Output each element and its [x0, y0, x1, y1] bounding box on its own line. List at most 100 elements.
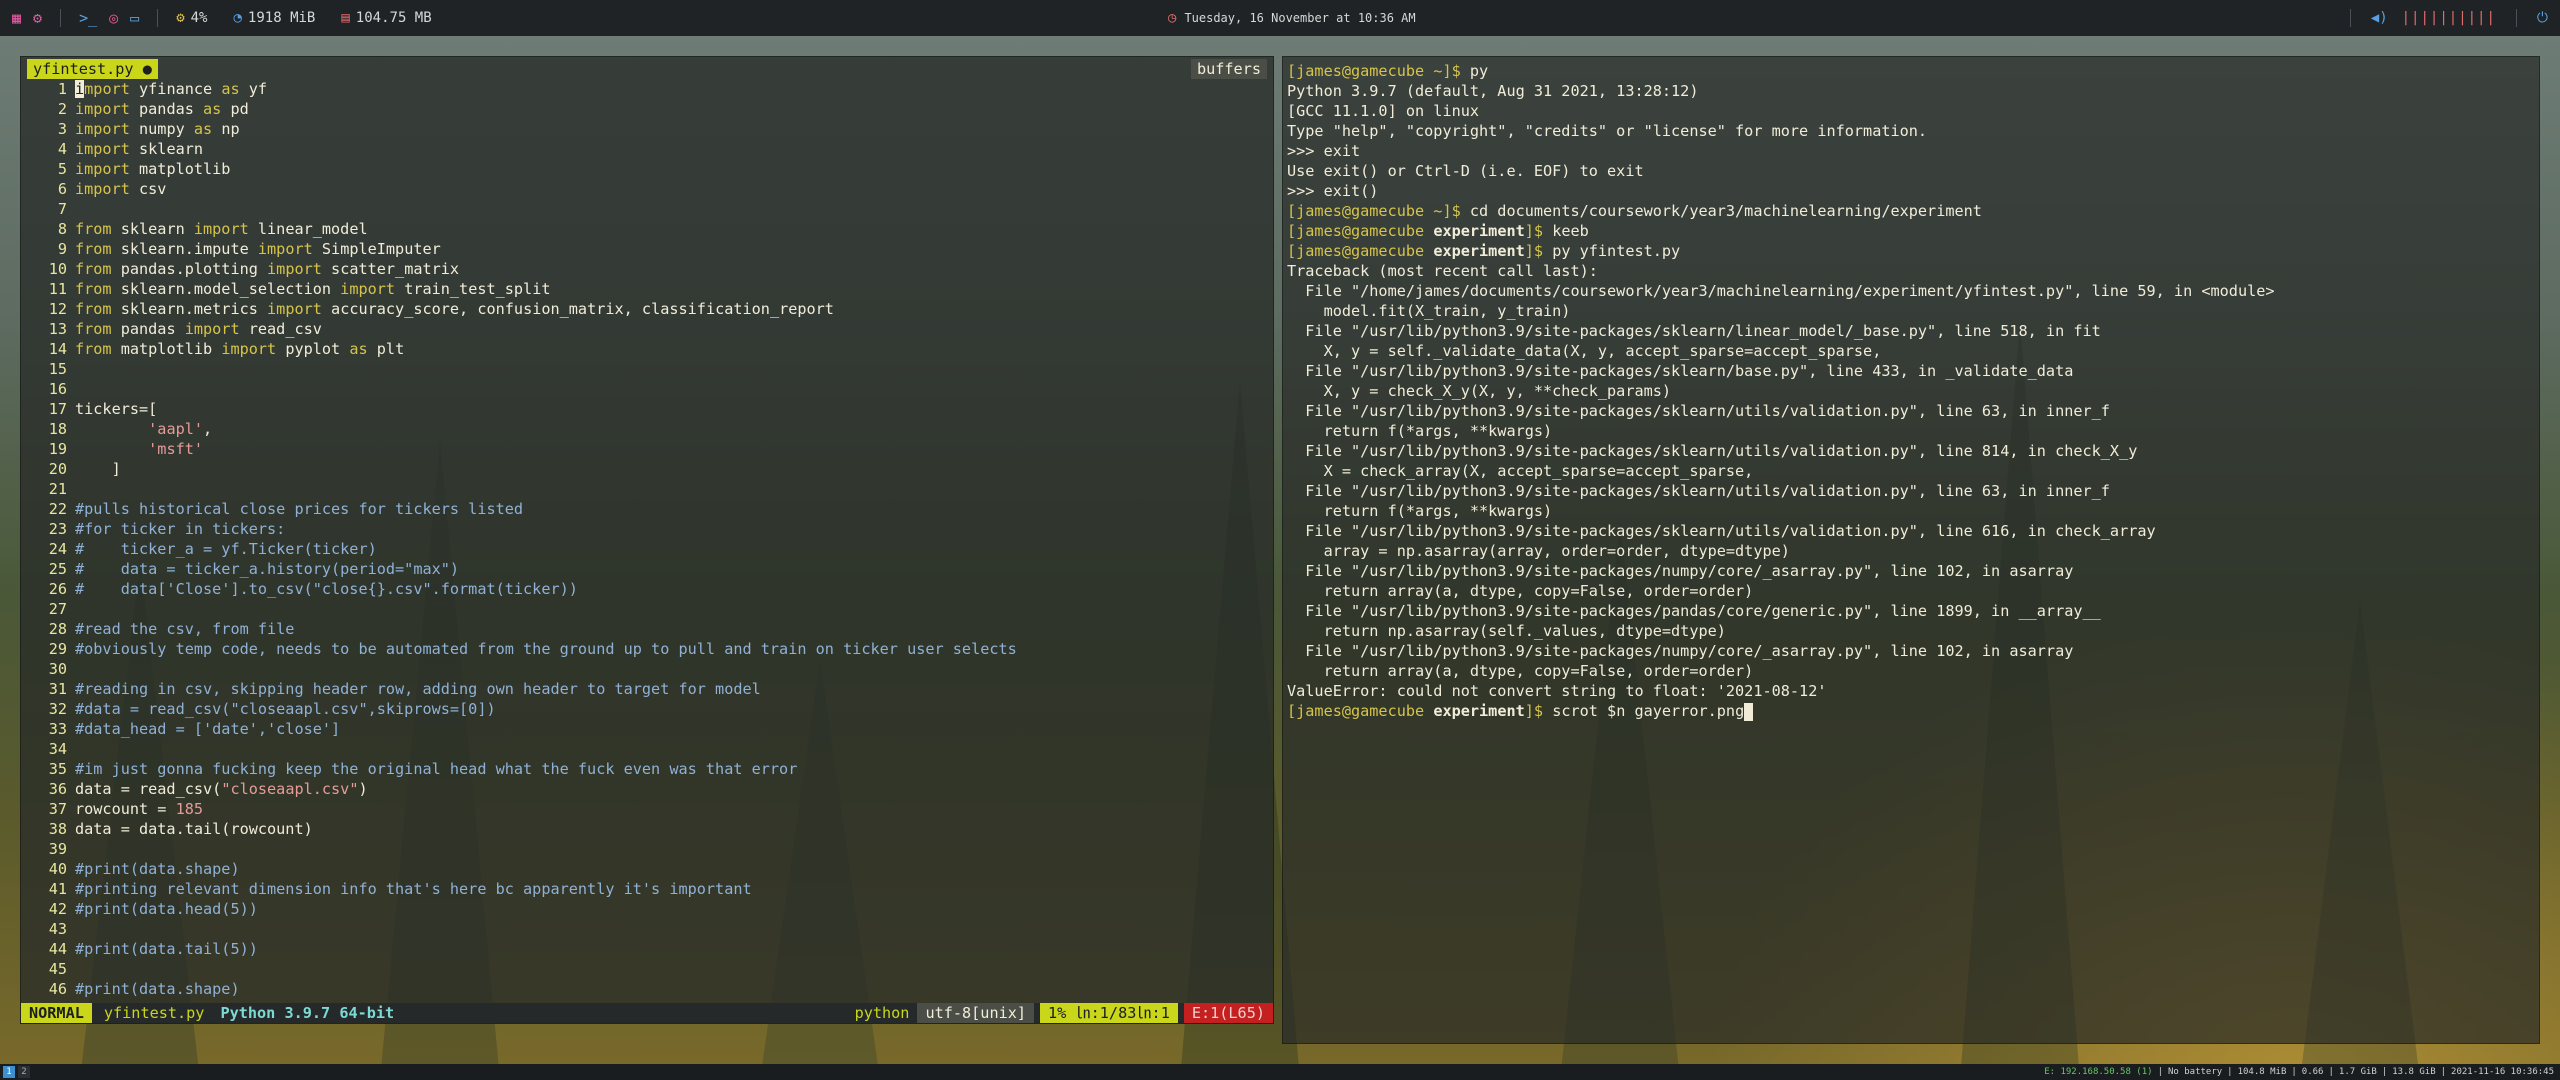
code-line[interactable]: 27: [21, 599, 1273, 619]
code-token: data = read_csv(: [75, 780, 222, 798]
code-line[interactable]: 28 #read the csv, from file: [21, 619, 1273, 639]
code-line[interactable]: 19 'msft': [21, 439, 1273, 459]
folder-icon[interactable]: ▭: [130, 9, 139, 27]
code-line[interactable]: 24 # ticker_a = yf.Ticker(ticker): [21, 539, 1273, 559]
vim-editor-pane[interactable]: yfintest.py ● buffers 1 import yfinance a…: [20, 56, 1274, 1024]
prompt-segment: ]$: [1524, 242, 1544, 260]
terminal-line: File "/usr/lib/python3.9/site-packages/s…: [1287, 441, 2535, 461]
terminal-text: >>> exit(): [1287, 182, 1379, 200]
code-line[interactable]: 38 data = data.tail(rowcount): [21, 819, 1273, 839]
prompt-segment: experiment: [1433, 222, 1525, 240]
code-line[interactable]: 20 ]: [21, 459, 1273, 479]
code-line[interactable]: 3 import numpy as np: [21, 119, 1273, 139]
code-token: # data = ticker_a.history(period="max"): [75, 560, 460, 578]
code-token: matplotlib: [111, 340, 222, 358]
code-line[interactable]: 6 import csv: [21, 179, 1273, 199]
terminal-text: File "/home/james/documents/coursework/y…: [1287, 282, 2275, 300]
code-line[interactable]: 16: [21, 379, 1273, 399]
volume-level[interactable]: ||||||||||: [2402, 10, 2496, 26]
clock-icon: ◷: [1168, 10, 1177, 26]
code-line[interactable]: 22 #pulls historical close prices for tic…: [21, 499, 1273, 519]
terminal-line: File "/usr/lib/python3.9/site-packages/s…: [1287, 321, 2535, 341]
terminal-text: X = check_array(X, accept_sparse=accept_…: [1287, 462, 1754, 480]
browser-icon[interactable]: ◎: [109, 9, 118, 27]
code-line[interactable]: 7: [21, 199, 1273, 219]
code-line[interactable]: 41 #printing relevant dimension info that…: [21, 879, 1273, 899]
workspace-2[interactable]: 2: [18, 1066, 30, 1078]
code-area[interactable]: 1 import yfinance as yf 2 import pandas as …: [21, 79, 1273, 999]
code-token: pandas: [129, 100, 204, 118]
terminal-output[interactable]: [james@gamecube ~]$ py Python 3.9.7 (defa…: [1287, 61, 2535, 721]
power-icon[interactable]: ⏻: [2537, 10, 2548, 26]
code-line[interactable]: 10 from pandas.plotting import scatter_ma…: [21, 259, 1273, 279]
code-line[interactable]: 4 import sklearn: [21, 139, 1273, 159]
terminal-line: File "/usr/lib/python3.9/site-packages/s…: [1287, 401, 2535, 421]
workspace-1[interactable]: 1: [3, 1066, 15, 1078]
filetype: python: [854, 1004, 910, 1022]
code-line[interactable]: 26 # data['Close'].to_csv("close{}.csv".f…: [21, 579, 1273, 599]
code-line[interactable]: 42 #print(data.head(5)): [21, 899, 1273, 919]
code-line[interactable]: 2 import pandas as pd: [21, 99, 1273, 119]
code-line[interactable]: 5 import matplotlib: [21, 159, 1273, 179]
line-number: 4: [57, 140, 67, 158]
code-line[interactable]: 9 from sklearn.impute import SimpleImpute…: [21, 239, 1273, 259]
code-line[interactable]: 29 #obviously temp code, needs to be auto…: [21, 639, 1273, 659]
code-line[interactable]: 31 #reading in csv, skipping header row, …: [21, 679, 1273, 699]
terminal-line: File "/home/james/documents/coursework/y…: [1287, 281, 2535, 301]
code-line[interactable]: 35 #im just gonna fucking keep the origin…: [21, 759, 1273, 779]
tab-yfintest[interactable]: yfintest.py ●: [27, 59, 158, 79]
code-token: #data_head = ['date','close']: [75, 720, 341, 738]
code-line[interactable]: 14 from matplotlib import pyplot as plt: [21, 339, 1273, 359]
code-line[interactable]: 11 from sklearn.model_selection import tr…: [21, 279, 1273, 299]
terminal-pane[interactable]: [james@gamecube ~]$ py Python 3.9.7 (defa…: [1282, 56, 2540, 1044]
code-line[interactable]: 23 #for ticker in tickers:: [21, 519, 1273, 539]
settings-icon[interactable]: ⚙: [33, 9, 42, 27]
code-line[interactable]: 34: [21, 739, 1273, 759]
code-line[interactable]: 43: [21, 919, 1273, 939]
buffers-label[interactable]: buffers: [1190, 59, 1267, 79]
code-line[interactable]: 46 #print(data.shape): [21, 979, 1273, 999]
code-token: np: [212, 120, 240, 138]
code-token: #data = read_csv("closeaapl.csv",skiprow…: [75, 700, 496, 718]
code-line[interactable]: 12 from sklearn.metrics import accuracy_s…: [21, 299, 1273, 319]
code-line[interactable]: 8 from sklearn import linear_model: [21, 219, 1273, 239]
python-version[interactable]: Python 3.9.7 64-bit: [216, 1003, 398, 1023]
terminal-line: array = np.asarray(array, order=order, d…: [1287, 541, 2535, 561]
code-line[interactable]: 30: [21, 659, 1273, 679]
code-token: scatter_matrix: [321, 260, 460, 278]
code-token: import: [221, 340, 277, 358]
code-line[interactable]: 13 from pandas import read_csv: [21, 319, 1273, 339]
terminal-icon[interactable]: >_: [79, 9, 97, 27]
code-line[interactable]: 17 tickers=[: [21, 399, 1273, 419]
code-line[interactable]: 36 data = read_csv("closeaapl.csv"): [21, 779, 1273, 799]
disk-icon: ▤: [341, 10, 350, 26]
code-line[interactable]: 25 # data = ticker_a.history(period="max"…: [21, 559, 1273, 579]
code-token: read_csv: [239, 320, 322, 338]
clock[interactable]: ◷ Tuesday, 16 November at 10:36 AM: [1168, 0, 1416, 36]
code-line[interactable]: 21: [21, 479, 1273, 499]
terminal-line: return array(a, dtype, copy=False, order…: [1287, 581, 2535, 601]
terminal-text: return np.asarray(self._values, dtype=dt…: [1287, 622, 1726, 640]
code-line[interactable]: 33 #data_head = ['date','close']: [21, 719, 1273, 739]
code-token: pd: [221, 100, 249, 118]
prompt-segment: [james@gamecube: [1287, 242, 1434, 260]
code-line[interactable]: 32 #data = read_csv("closeaapl.csv",skipr…: [21, 699, 1273, 719]
error-indicator[interactable]: E:1(L65): [1183, 1003, 1273, 1023]
code-line[interactable]: 37 rowcount = 185: [21, 799, 1273, 819]
line-number: 42: [48, 900, 67, 918]
code-token: pandas.plotting: [111, 260, 268, 278]
code-line[interactable]: 39: [21, 839, 1273, 859]
code-token: from: [75, 220, 112, 238]
code-token: import: [193, 220, 249, 238]
code-line[interactable]: 45: [21, 959, 1273, 979]
code-line[interactable]: 18 'aapl',: [21, 419, 1273, 439]
code-line[interactable]: 1 import yfinance as yf: [21, 79, 1273, 99]
code-line[interactable]: 15: [21, 359, 1273, 379]
code-line[interactable]: 44 #print(data.tail(5)): [21, 939, 1273, 959]
line-number: 6: [57, 180, 67, 198]
line-number: 7: [57, 200, 67, 218]
line-number: 9: [57, 240, 67, 258]
grid-icon[interactable]: ▦: [12, 9, 21, 27]
volume-icon[interactable]: ◀): [2371, 10, 2388, 26]
code-line[interactable]: 40 #print(data.shape): [21, 859, 1273, 879]
